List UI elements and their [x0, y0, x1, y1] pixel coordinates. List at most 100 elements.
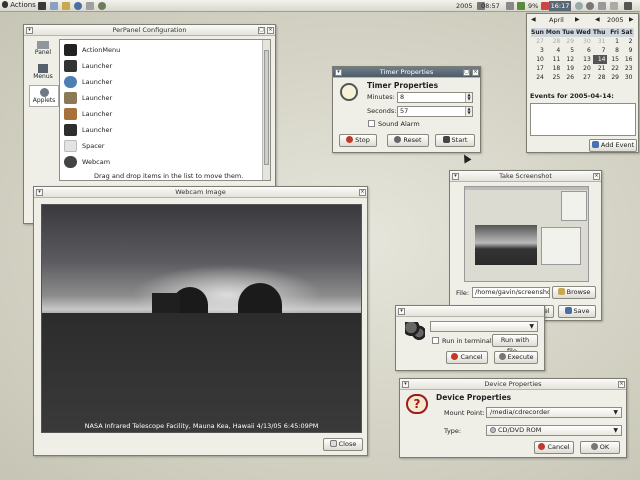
battery-icon[interactable] [517, 2, 525, 10]
maximize-icon[interactable]: ▢ [258, 27, 265, 34]
execute-button[interactable]: Execute [494, 351, 538, 364]
update-icon[interactable] [541, 2, 549, 10]
webcam-titlebar[interactable]: ▾ Webcam Image × [34, 187, 367, 198]
folder-launcher-icon[interactable] [62, 2, 70, 10]
actions-menu[interactable]: Actions [2, 1, 36, 9]
mount-point-combo[interactable]: /media/cdrecorder ▼ [486, 407, 622, 418]
calendar-day[interactable]: 29 [562, 37, 576, 46]
calendar-day[interactable]: 25 [546, 73, 562, 82]
clock[interactable]: 16:17 [549, 1, 571, 11]
calendar-day[interactable]: 18 [546, 64, 562, 73]
editor-launcher-icon[interactable] [50, 2, 58, 10]
panel-timer[interactable]: 08:57 [481, 2, 500, 10]
file-input[interactable]: /home/gavin/screenshot.p [472, 287, 550, 298]
applet-icon[interactable] [610, 2, 618, 10]
logout-icon[interactable] [624, 2, 632, 10]
start-button[interactable]: Start [435, 134, 475, 147]
maximize-icon[interactable]: ▢ [463, 69, 470, 76]
tab-applets[interactable]: Applets [29, 85, 59, 107]
calendar-day[interactable]: 5 [562, 46, 576, 55]
calendar-day[interactable]: 23 [621, 64, 635, 73]
calendar-day[interactable]: 7 [593, 46, 608, 55]
calendar-day[interactable]: 8 [607, 46, 621, 55]
seconds-input[interactable]: 57 ▲ ▼ [397, 106, 473, 117]
window-menu-icon[interactable]: ▾ [26, 27, 33, 34]
minutes-input[interactable]: 8 ▲ ▼ [397, 92, 473, 103]
timer-titlebar[interactable]: ▾ Timer Properties ▢ × [333, 67, 480, 78]
calendar-day[interactable]: 20 [576, 64, 593, 73]
volume-icon[interactable] [506, 2, 514, 10]
calendar-day[interactable]: 9 [621, 46, 635, 55]
close-icon[interactable]: × [359, 189, 366, 196]
list-item[interactable]: Launcher [60, 58, 256, 74]
user-icon[interactable] [586, 2, 594, 10]
calendar-day[interactable]: 6 [576, 46, 593, 55]
run-cancel-button[interactable]: Cancel [446, 351, 488, 364]
calendar-day[interactable]: 11 [546, 55, 562, 64]
calendar-day[interactable]: 31 [593, 37, 608, 46]
window-menu-icon[interactable]: ▾ [36, 189, 43, 196]
workspace-icon[interactable] [598, 2, 606, 10]
list-item[interactable]: Launcher [60, 106, 256, 122]
list-item[interactable]: Webcam [60, 154, 256, 170]
applet-list[interactable]: ActionMenu Launcher Launcher Launcher La… [59, 39, 271, 181]
list-item[interactable]: Launcher [60, 74, 256, 90]
calendar-day[interactable]: 1 [607, 37, 621, 46]
calendar-day[interactable]: 15 [607, 55, 621, 64]
mail-launcher-icon[interactable] [86, 2, 94, 10]
calendar-day[interactable]: 24 [531, 73, 546, 82]
calendar-day[interactable]: 30 [576, 37, 593, 46]
prev-year-icon[interactable]: ◀ [595, 16, 600, 23]
calendar-day[interactable]: 22 [607, 64, 621, 73]
list-item[interactable]: ActionMenu [60, 42, 256, 58]
save-button[interactable]: Save [558, 305, 596, 318]
scrollbar-thumb[interactable] [264, 50, 269, 165]
perpanel-titlebar[interactable]: ▾ PerPanel Configuration ▢ × [24, 25, 275, 36]
window-menu-icon[interactable]: ▾ [452, 173, 459, 180]
events-list[interactable] [530, 103, 636, 136]
device-cancel-button[interactable]: Cancel [534, 441, 574, 454]
window-menu-icon[interactable]: ▾ [398, 308, 405, 315]
list-item[interactable]: Spacer [60, 138, 256, 154]
list-item[interactable]: Launcher [60, 122, 256, 138]
close-icon[interactable]: × [267, 27, 274, 34]
run-in-terminal-checkbox[interactable] [432, 337, 439, 344]
calendar-day[interactable]: 29 [607, 73, 621, 82]
close-icon[interactable]: × [472, 69, 479, 76]
reset-button[interactable]: Reset [387, 134, 429, 147]
settings-launcher-icon[interactable] [98, 2, 106, 10]
calendar-day[interactable]: 21 [593, 64, 608, 73]
calendar-day[interactable]: 16 [621, 55, 635, 64]
weather-icon[interactable] [575, 2, 583, 10]
seconds-spinner[interactable]: ▲ ▼ [465, 107, 472, 116]
prev-month-icon[interactable]: ◀ [531, 16, 536, 23]
run-titlebar[interactable]: ▾ [396, 306, 544, 317]
browse-button[interactable]: Browse [552, 286, 596, 299]
calendar-day[interactable]: 3 [531, 46, 546, 55]
type-combo[interactable]: CD/DVD ROM ▼ [486, 425, 622, 436]
close-icon[interactable]: × [593, 173, 600, 180]
tab-panel[interactable]: Panel [29, 39, 57, 61]
tab-menus[interactable]: Menus [29, 62, 57, 84]
add-event-button[interactable]: Add Event [589, 139, 637, 152]
list-scrollbar[interactable] [262, 40, 270, 180]
next-month-icon[interactable]: ▶ [575, 16, 580, 23]
device-titlebar[interactable]: ▾ Device Properties × [400, 379, 626, 390]
screenshot-titlebar[interactable]: ▾ Take Screenshot × [450, 171, 601, 182]
run-with-file-button[interactable]: Run with file... [492, 334, 538, 355]
calendar-day[interactable]: 14 [592, 55, 608, 64]
calendar-day[interactable]: 28 [546, 37, 562, 46]
calendar-day[interactable]: 27 [576, 73, 593, 82]
calendar-day[interactable]: 30 [621, 73, 635, 82]
calendar-day[interactable]: 17 [531, 64, 546, 73]
window-menu-icon[interactable]: ▾ [335, 69, 342, 76]
next-year-icon[interactable]: ▶ [629, 16, 634, 23]
calendar-day[interactable]: 28 [593, 73, 608, 82]
close-icon[interactable]: × [618, 381, 625, 388]
close-button[interactable]: Close [323, 438, 363, 451]
ok-button[interactable]: OK [580, 441, 620, 454]
stop-button[interactable]: Stop [339, 134, 377, 147]
calendar-day[interactable]: 26 [562, 73, 576, 82]
window-menu-icon[interactable]: ▾ [402, 381, 409, 388]
list-item[interactable]: Launcher [60, 90, 256, 106]
